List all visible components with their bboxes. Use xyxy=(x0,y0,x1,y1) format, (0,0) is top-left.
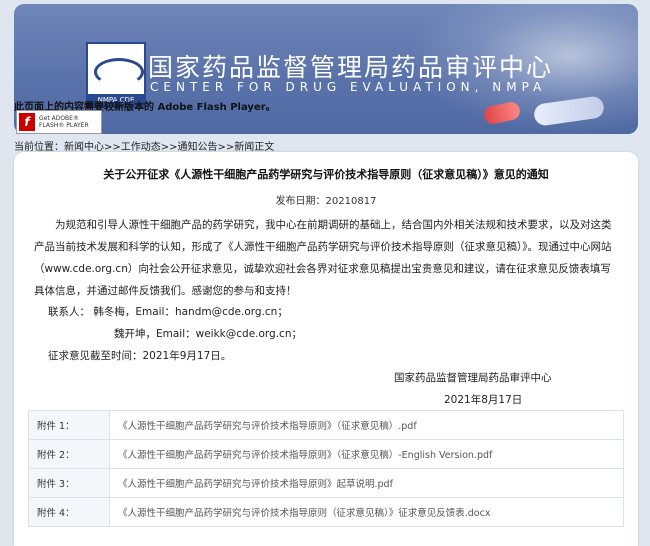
article-panel: 关于公开征求《人源性干细胞产品药学研究与评价技术指导原则（征求意见稿）》意见的通… xyxy=(14,152,638,546)
table-row: 附件 2： 《人源性干细胞产品药学研究与评价技术指导原则》（征求意见稿）-Eng… xyxy=(28,439,624,469)
publish-date-label: 发布日期： xyxy=(275,196,326,207)
publish-date-value: 20210817 xyxy=(325,196,377,207)
flash-button-line2: FLASH® PLAYER xyxy=(39,122,89,129)
logo-wave-icon xyxy=(94,58,144,86)
attachment-link[interactable]: 《人源性干细胞产品药学研究与评价技术指导原则》（征求意见稿）-English V… xyxy=(109,439,624,469)
deadline: 征求意见截至时间：2021年9月17日。 xyxy=(48,350,232,362)
attachment-label: 附件 3： xyxy=(28,468,110,498)
attachment-link[interactable]: 《人源性干细胞产品药学研究与评价技术指导原则（征求意见稿）》征求意见反馈表.do… xyxy=(109,497,624,527)
site-title-en: CENTER FOR DRUG EVALUATION, NMPA xyxy=(150,80,547,94)
header-banner: NMPA CDE 国家药品监督管理局药品审评中心 CENTER FOR DRUG… xyxy=(14,4,638,134)
contact-line-2: 魏开坤，Email：weikk@cde.org.cn； xyxy=(114,328,302,340)
article-title: 关于公开征求《人源性干细胞产品药学研究与评价技术指导原则（征求意见稿）》意见的通… xyxy=(103,168,549,181)
table-row: 附件 1： 《人源性干细胞产品药学研究与评价技术指导原则》（征求意见稿）.pdf xyxy=(28,410,624,440)
flash-button-line1: Get ADOBE® xyxy=(39,115,79,122)
get-flash-player-button[interactable]: f Get ADOBE® FLASH® PLAYER xyxy=(16,110,102,134)
attachment-link[interactable]: 《人源性干细胞产品药学研究与评价技术指导原则》（征求意见稿）.pdf xyxy=(109,410,624,440)
flash-icon: f xyxy=(19,113,35,131)
attachments-table: 附件 1： 《人源性干细胞产品药学研究与评价技术指导原则》（征求意见稿）.pdf… xyxy=(28,410,624,527)
attachment-link[interactable]: 《人源性干细胞产品药学研究与评价技术指导原则》起草说明.pdf xyxy=(109,468,624,498)
breadcrumb: 当前位置：新闻中心>>工作动态>>通知公告>>新闻正文 xyxy=(14,138,274,153)
attachment-label: 附件 1： xyxy=(28,410,110,440)
signature-org: 国家药品监督管理局药品审评中心 xyxy=(394,372,552,384)
attachment-label: 附件 4： xyxy=(28,497,110,527)
contact-line-1: 联系人： 韩冬梅，Email：handm@cde.org.cn； xyxy=(48,306,288,318)
site-title-cn: 国家药品监督管理局药品审评中心 xyxy=(148,53,554,82)
table-row: 附件 3： 《人源性干细胞产品药学研究与评价技术指导原则》起草说明.pdf xyxy=(28,468,624,498)
article-body: 为规范和引导人源性干细胞产品的药学研究，我中心在前期调研的基础上，结合国内外相关… xyxy=(34,219,612,297)
signature-date: 2021年8月17日 xyxy=(444,394,523,406)
attachment-label: 附件 2： xyxy=(28,439,110,469)
table-row: 附件 4： 《人源性干细胞产品药学研究与评价技术指导原则（征求意见稿）》征求意见… xyxy=(28,497,624,527)
publish-date: 发布日期：20210817 xyxy=(14,192,638,207)
